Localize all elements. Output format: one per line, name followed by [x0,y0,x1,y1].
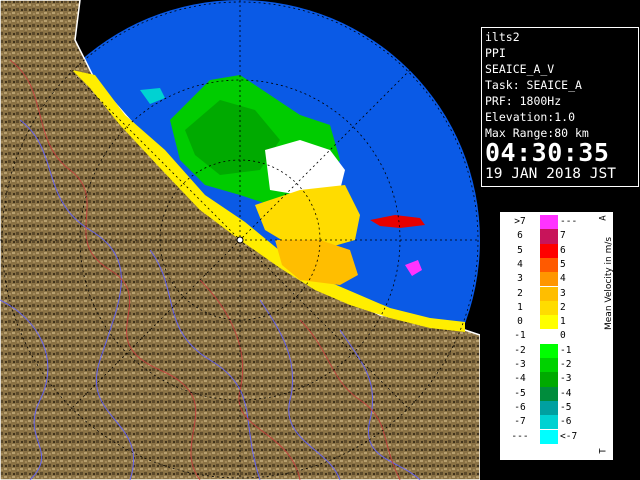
legend-color-swatch [540,257,558,273]
legend-left-label: 3 [517,273,523,285]
legend-row: -4 -3 [500,372,590,387]
legend-axis-label: Mean Velocity in m/s [604,236,614,330]
scan-type: PPI [485,46,506,60]
legend-left-label: 5 [517,244,523,256]
site-name: ilts2 [485,30,520,44]
legend-color-swatch [540,329,558,344]
legend-top-letter: A [598,215,609,221]
legend-row: 67 [500,229,590,244]
product-name: SEAICE_A_V [485,62,555,76]
observation-date: 19 JAN 2018 JST [485,166,616,182]
legend-right-label: -3 [560,373,572,385]
legend-left-label: 6 [517,230,523,242]
legend-color-swatch [540,215,558,230]
legend-row: -6 -5 [500,400,590,416]
legend-color-swatch [540,429,558,444]
legend-row: -1 0 [500,329,590,344]
legend-right-label: 6 [560,244,566,256]
legend-right-label: -5 [560,401,572,413]
legend-row: 45 [500,257,590,273]
legend-row: --- <-7 [500,429,590,444]
legend-right-label: -6 [560,416,572,428]
legend-right-label: -1 [560,344,572,356]
radar-map [0,0,480,480]
legend-row: 23 [500,286,590,301]
legend-row: -7 -6 [500,415,590,430]
legend-right-label: <-7 [560,430,578,442]
legend-left-label: -2 [514,344,526,356]
legend-color-swatch [540,386,558,401]
legend-color-swatch [540,243,558,258]
legend-left-label: 1 [517,301,523,313]
legend-color-swatch [540,315,558,330]
legend-color-swatch [540,272,558,287]
task-name: Task: SEAICE_A [485,78,582,92]
radar-ppi-display[interactable] [0,0,480,480]
legend-right-label: --- [560,216,578,227]
legend-left-label: >7 [514,216,526,227]
legend-right-label: 5 [560,258,566,270]
legend-color-swatch [540,286,558,301]
legend-right-label: 3 [560,287,566,299]
legend-color-swatch [540,229,558,244]
legend-bottom-letter: T [598,448,609,454]
legend-color-swatch [540,372,558,387]
legend-color-swatch [540,300,558,316]
legend-left-label: --- [511,430,529,442]
legend-right-label: -2 [560,359,572,370]
legend-row: -3 -2 [500,358,590,373]
legend-row: 01 [500,315,590,330]
legend-right-label: -4 [560,387,572,399]
legend-left-label: -6 [514,401,526,413]
legend-color-swatch [540,400,558,416]
legend-left-label: 2 [517,287,523,299]
velocity-legend: >7 --- 6 7 5 6 4 5 3 4 2 3 1 2 0 1 -1 0 -2 -1 -3 -2 -4 -3 -5 -4 -6… [498,210,615,462]
legend-left-label: -1 [514,330,526,342]
legend-left-label: -3 [514,359,526,370]
legend-color-swatch [540,358,558,373]
radar-info-panel: ilts2 PPI SEAICE_A_V Task: SEAICE_A PRF:… [481,27,639,187]
legend-right-label: 7 [560,230,566,242]
legend-left-label: -7 [514,416,526,428]
legend-axis: A Mean Velocity in m/s T [597,212,615,460]
elevation-value: Elevation:1.0 [485,110,576,124]
radar-site-marker [236,236,244,244]
legend-row: 56 [500,243,590,258]
legend-row: -5 -4 [500,386,590,401]
legend-left-label: -5 [514,387,526,399]
legend-right-label: 0 [560,330,566,342]
legend-right-label: 2 [560,301,566,313]
legend-left-label: 4 [517,258,523,270]
legend-color-swatch [540,415,558,430]
legend-left-label: -4 [514,373,526,385]
legend-right-label: 4 [560,273,566,285]
legend-right-label: 1 [560,316,566,328]
legend-row: -2 -1 [500,343,590,358]
legend-row: >7 --- [500,215,590,230]
legend-row: 34 [500,272,590,287]
prf-value: PRF: 1800Hz [485,94,562,108]
legend-color-swatch [540,343,558,358]
legend-left-label: 0 [517,316,523,328]
legend-row: 12 [500,300,590,316]
observation-time: 04:30:35 [485,138,610,167]
